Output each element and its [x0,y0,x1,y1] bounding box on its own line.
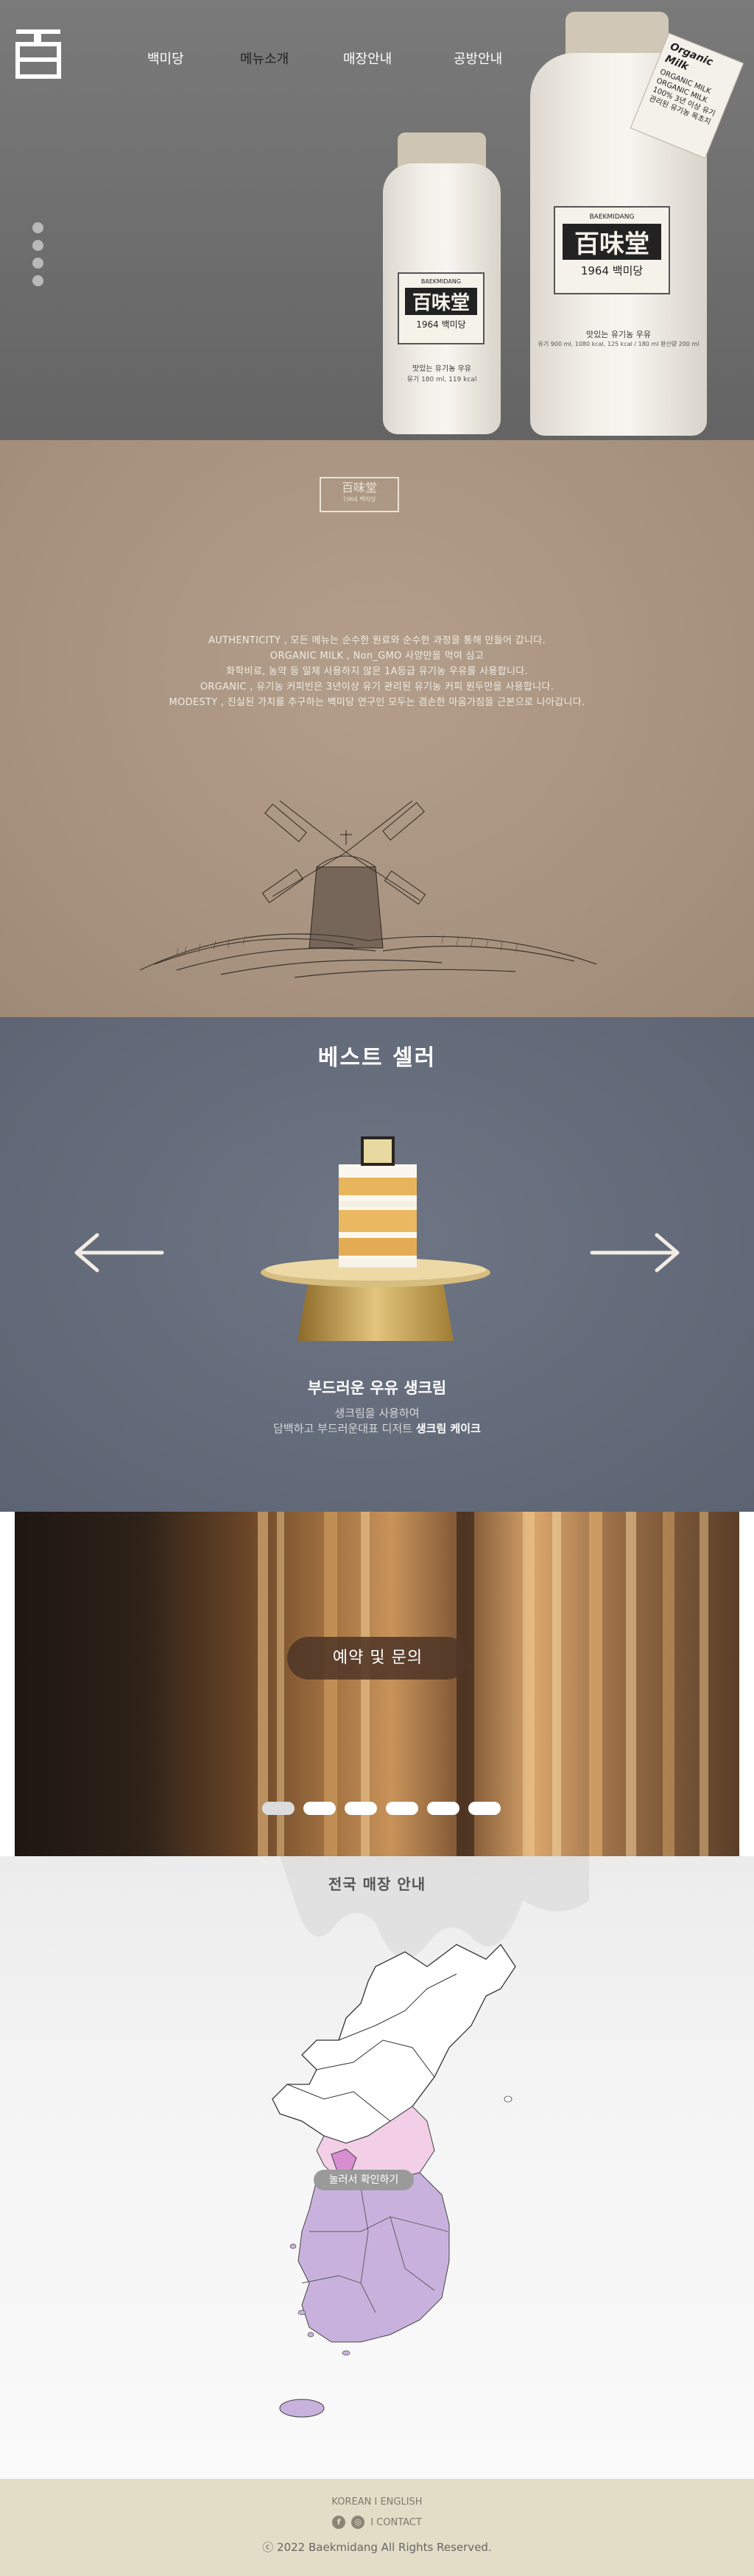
product-description: 생크림을 사용하여 담백하고 부드러운대표 디저트 생크림 케이크 [273,1406,481,1435]
windmill-illustration [139,800,597,978]
nav-item-menu[interactable]: 메뉴소개 [240,49,289,68]
banner-pagination [262,1802,501,1815]
reservation-inquiry-button[interactable]: 예약 및 문의 [287,1637,468,1680]
product-image-cake[interactable] [243,1120,508,1348]
nav-item-stores[interactable]: 매장안내 [343,49,392,68]
nav-item-workshop[interactable]: 공방안내 [454,49,502,68]
slide-dot[interactable] [32,222,43,233]
hero-section: 백미당 메뉴소개 매장안내 공방안내 BAEKMIDANG 百味堂 1964 백… [0,0,754,440]
best-seller-title: 베스트 셀러 [317,1045,437,1071]
brand-intro-section: 百味堂 1964 백미당 AUTHENTICITY , 모든 메뉴는 순수한 원… [0,440,754,1017]
facebook-icon[interactable]: f [332,2516,346,2529]
pagination-dot[interactable] [386,1802,418,1815]
philosophy-line: 화학비료, 농약 등 일체 사용하지 않은 1A등급 유기농 우유를 사용합니다… [226,666,528,677]
next-arrow-icon[interactable] [589,1231,683,1275]
map-region-south [297,2172,450,2343]
map-region-jeju [279,2399,325,2418]
copyright-text: ⓒ 2022 Baekmidang All Rights Reserved. [262,2541,492,2554]
contact-link[interactable]: I CONTACT [370,2517,422,2528]
philosophy-line: MODESTY , 진실된 가치를 추구하는 백미당 연구인 모두는 겸손한 마… [169,697,585,708]
brand-philosophy-text: AUTHENTICITY , 모든 메뉴는 순수한 원료와 순수한 과정을 통해… [0,633,754,710]
social-contact-row: f ◎ I CONTACT [0,2516,754,2529]
map-region-north [272,1943,516,2144]
baekmidang-logo[interactable] [13,26,63,79]
prev-arrow-icon[interactable] [71,1231,165,1275]
philosophy-line: AUTHENTICITY , 모든 메뉴는 순수한 원료와 순수한 과정을 통해… [208,635,546,646]
lang-korean-link[interactable]: KOREAN [331,2497,371,2508]
reservation-section: 예약 및 문의 [0,1512,754,1856]
store-locator-section: 전국 매장 안내 눌러서 확인하기 [0,1856,754,2479]
hero-slide-dots [32,222,43,286]
map-hint-label: 눌러서 확인하기 [314,2170,414,2190]
large-bottle-label: BAEKMIDANG 百味堂 1964 백미당 [554,206,670,294]
footer: KOREAN I ENGLISH f ◎ I CONTACT ⓒ 2022 Ba… [0,2479,754,2576]
product-name: 부드러운 우유 생크림 [307,1379,447,1397]
philosophy-line: ORGANIC MILK , Non_GMO 사양만을 먹여 심고 [269,651,485,662]
instagram-icon[interactable]: ◎ [351,2516,365,2529]
pagination-dot[interactable] [468,1802,501,1815]
philosophy-line: ORGANIC , 유기농 커피빈은 3년이상 유기 관리된 유기농 커피 원두… [200,682,554,693]
best-seller-section: 베스트 셀러 부드러운 우유 생크림 생크림을 사용하여 담백하고 부드러운대표… [0,1017,754,1512]
slide-dot[interactable] [32,258,43,269]
pagination-dot[interactable] [427,1802,459,1815]
slide-dot[interactable] [32,240,43,251]
lang-english-link[interactable]: ENGLISH [380,2497,422,2508]
slide-dot[interactable] [32,275,43,286]
language-switcher: KOREAN I ENGLISH [331,2497,423,2508]
small-bottle-label: BAEKMIDANG 百味堂 1964 백미당 [398,272,485,344]
pagination-dot[interactable] [345,1802,377,1815]
intro-logo: 百味堂 1964 백미당 [320,477,399,512]
pagination-dot[interactable] [262,1802,295,1815]
stores-title: 전국 매장 안내 [328,1875,426,1893]
nav-item-baekmidang[interactable]: 백미당 [147,49,184,68]
pagination-dot[interactable] [303,1802,336,1815]
